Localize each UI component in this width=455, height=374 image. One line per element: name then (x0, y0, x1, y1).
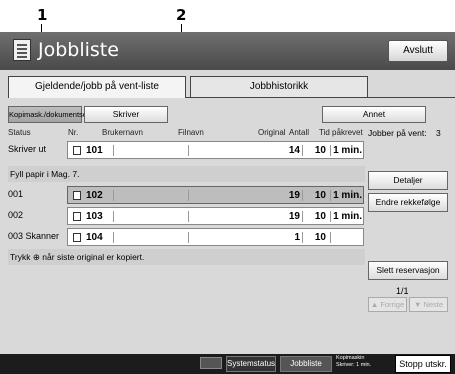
system-status-button[interactable]: Systemstatus (226, 356, 276, 372)
job-time: 1 min. (333, 190, 362, 201)
page-title: Jobbliste (38, 39, 119, 61)
bottom-bar: Systemstatus Jobbliste Kopimaskin Skrive… (0, 354, 455, 374)
job-number: 103 (86, 211, 103, 222)
job-status: 003 Skanner (8, 231, 60, 241)
details-button[interactable]: Detaljer (368, 171, 448, 190)
document-icon (73, 146, 81, 155)
header-time: Tid påkrevet (319, 128, 363, 137)
stop-printing-button[interactable]: Stopp utskr. (395, 355, 451, 373)
job-row[interactable]: 001 102 19 10 1 min. (8, 186, 365, 204)
job-row-box[interactable]: 103 19 10 1 min. (67, 207, 364, 225)
job-list-button[interactable]: Jobbliste (280, 356, 332, 372)
jobs-waiting-count: 3 (436, 128, 441, 138)
job-original: 19 (288, 211, 300, 222)
document-icon (73, 233, 81, 242)
job-original: 19 (288, 190, 300, 201)
document-icon (73, 191, 81, 200)
job-count: 10 (314, 190, 326, 201)
header-nr: Nr. (68, 128, 79, 137)
header-original: Original (258, 128, 286, 137)
scan-instruction: Trykk ⊕ når siste original er kopiert. (8, 249, 365, 265)
header-file: Filnavn (178, 128, 204, 137)
header-status: Status (8, 128, 31, 137)
job-count: 10 (314, 211, 326, 222)
filter-copier-docserver-button[interactable]: Kopimask./dokumentserver (8, 106, 100, 123)
page-indicator: 1/1 (396, 286, 409, 296)
delete-reservation-button[interactable]: Slett reservasjon (368, 261, 448, 280)
tab-divider (186, 97, 455, 98)
exit-button[interactable]: Avslutt (388, 40, 448, 62)
job-number: 102 (86, 190, 103, 201)
job-count: 10 (314, 232, 326, 243)
callout-2: 2 (176, 6, 187, 24)
filter-other-button[interactable]: Annet (322, 106, 426, 123)
next-page-button[interactable]: ▼ Neste (409, 297, 448, 312)
job-list-icon (13, 39, 31, 61)
job-status: Skriver ut (8, 144, 47, 154)
job-row-box[interactable]: 104 1 10 (67, 228, 364, 246)
job-number: 104 (86, 232, 103, 243)
filter-printer-button[interactable]: Skriver (84, 106, 168, 123)
job-row[interactable]: Skriver ut 101 14 10 1 min. (8, 141, 365, 159)
job-status: 002 (8, 210, 24, 220)
header-count: Antall (289, 128, 310, 137)
tab-current-waiting[interactable]: Gjeldende/jobb på vent-liste (8, 76, 186, 98)
job-row[interactable]: 002 103 19 10 1 min. (8, 207, 365, 225)
callout-1: 1 (37, 6, 48, 24)
document-icon (73, 212, 81, 221)
status-led-icon (200, 357, 222, 369)
job-list-screen: Jobbliste Avslutt Gjeldende/jobb på vent… (0, 32, 455, 374)
tab-job-history[interactable]: Jobbhistorikk (190, 76, 368, 98)
jobs-waiting-label: Jobber på vent: (368, 128, 427, 138)
job-row[interactable]: 003 Skanner 104 1 10 (8, 228, 365, 246)
header-user: Brukernavn (102, 128, 143, 137)
job-time: 1 min. (333, 211, 362, 222)
job-original: 1 (294, 232, 300, 243)
reorder-button[interactable]: Endre rekkefølge (368, 193, 448, 212)
job-time: 1 min. (333, 145, 362, 156)
job-original: 14 (288, 145, 300, 156)
tab-bar: Gjeldende/jobb på vent-liste Jobbhistori… (0, 70, 455, 98)
job-status: 001 (8, 189, 24, 199)
job-number: 101 (86, 145, 103, 156)
job-row-box[interactable]: 102 19 10 1 min. (67, 186, 364, 204)
previous-page-button[interactable]: ▲ Forrige (368, 297, 407, 312)
paper-message: Fyll papir i Mag. 7. (8, 166, 365, 182)
machine-status-text: Kopimaskin Skriver: 1 min. (336, 355, 372, 368)
title-bar: Jobbliste Avslutt (0, 32, 455, 70)
job-count: 10 (314, 145, 326, 156)
job-row-box[interactable]: 101 14 10 1 min. (67, 141, 364, 159)
